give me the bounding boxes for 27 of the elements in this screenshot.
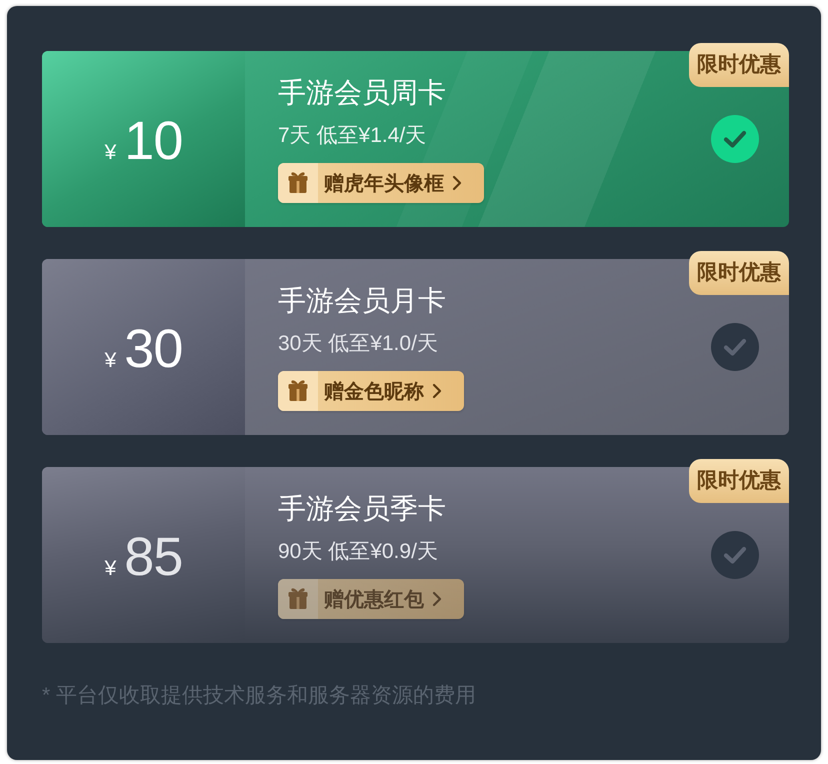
currency-symbol: ¥	[104, 141, 116, 165]
check-icon	[711, 323, 759, 371]
plan-title: 手游会员季卡	[278, 493, 446, 525]
price-amount: 85	[124, 527, 182, 587]
price-amount: 10	[124, 111, 182, 171]
gift-button[interactable]: 赠虎年头像框	[278, 163, 484, 203]
promo-badge: 限时优惠	[689, 251, 789, 295]
plan-price-per-day: 90天 低至¥0.9/天	[278, 538, 438, 566]
check-icon	[711, 115, 759, 163]
plan-title: 手游会员周卡	[278, 77, 446, 109]
plan-price-per-day: 7天 低至¥1.4/天	[278, 122, 426, 150]
chevron-icon	[432, 591, 442, 607]
currency-symbol: ¥	[104, 349, 116, 373]
plan-price-per-day: 30天 低至¥1.0/天	[278, 330, 438, 358]
gift-icon	[278, 163, 318, 203]
price-amount: 30	[124, 319, 182, 379]
currency-symbol: ¥	[104, 557, 116, 581]
promo-badge: 限时优惠	[689, 459, 789, 503]
gift-icon	[278, 579, 318, 619]
check-icon	[711, 531, 759, 579]
gift-button[interactable]: 赠金色昵称	[278, 371, 464, 411]
gift-button[interactable]: 赠优惠红包	[278, 579, 464, 619]
chevron-icon	[452, 175, 462, 191]
promo-badge: 限时优惠	[689, 43, 789, 87]
plan-title: 手游会员月卡	[278, 285, 446, 317]
chevron-icon	[432, 383, 442, 399]
gift-icon	[278, 371, 318, 411]
